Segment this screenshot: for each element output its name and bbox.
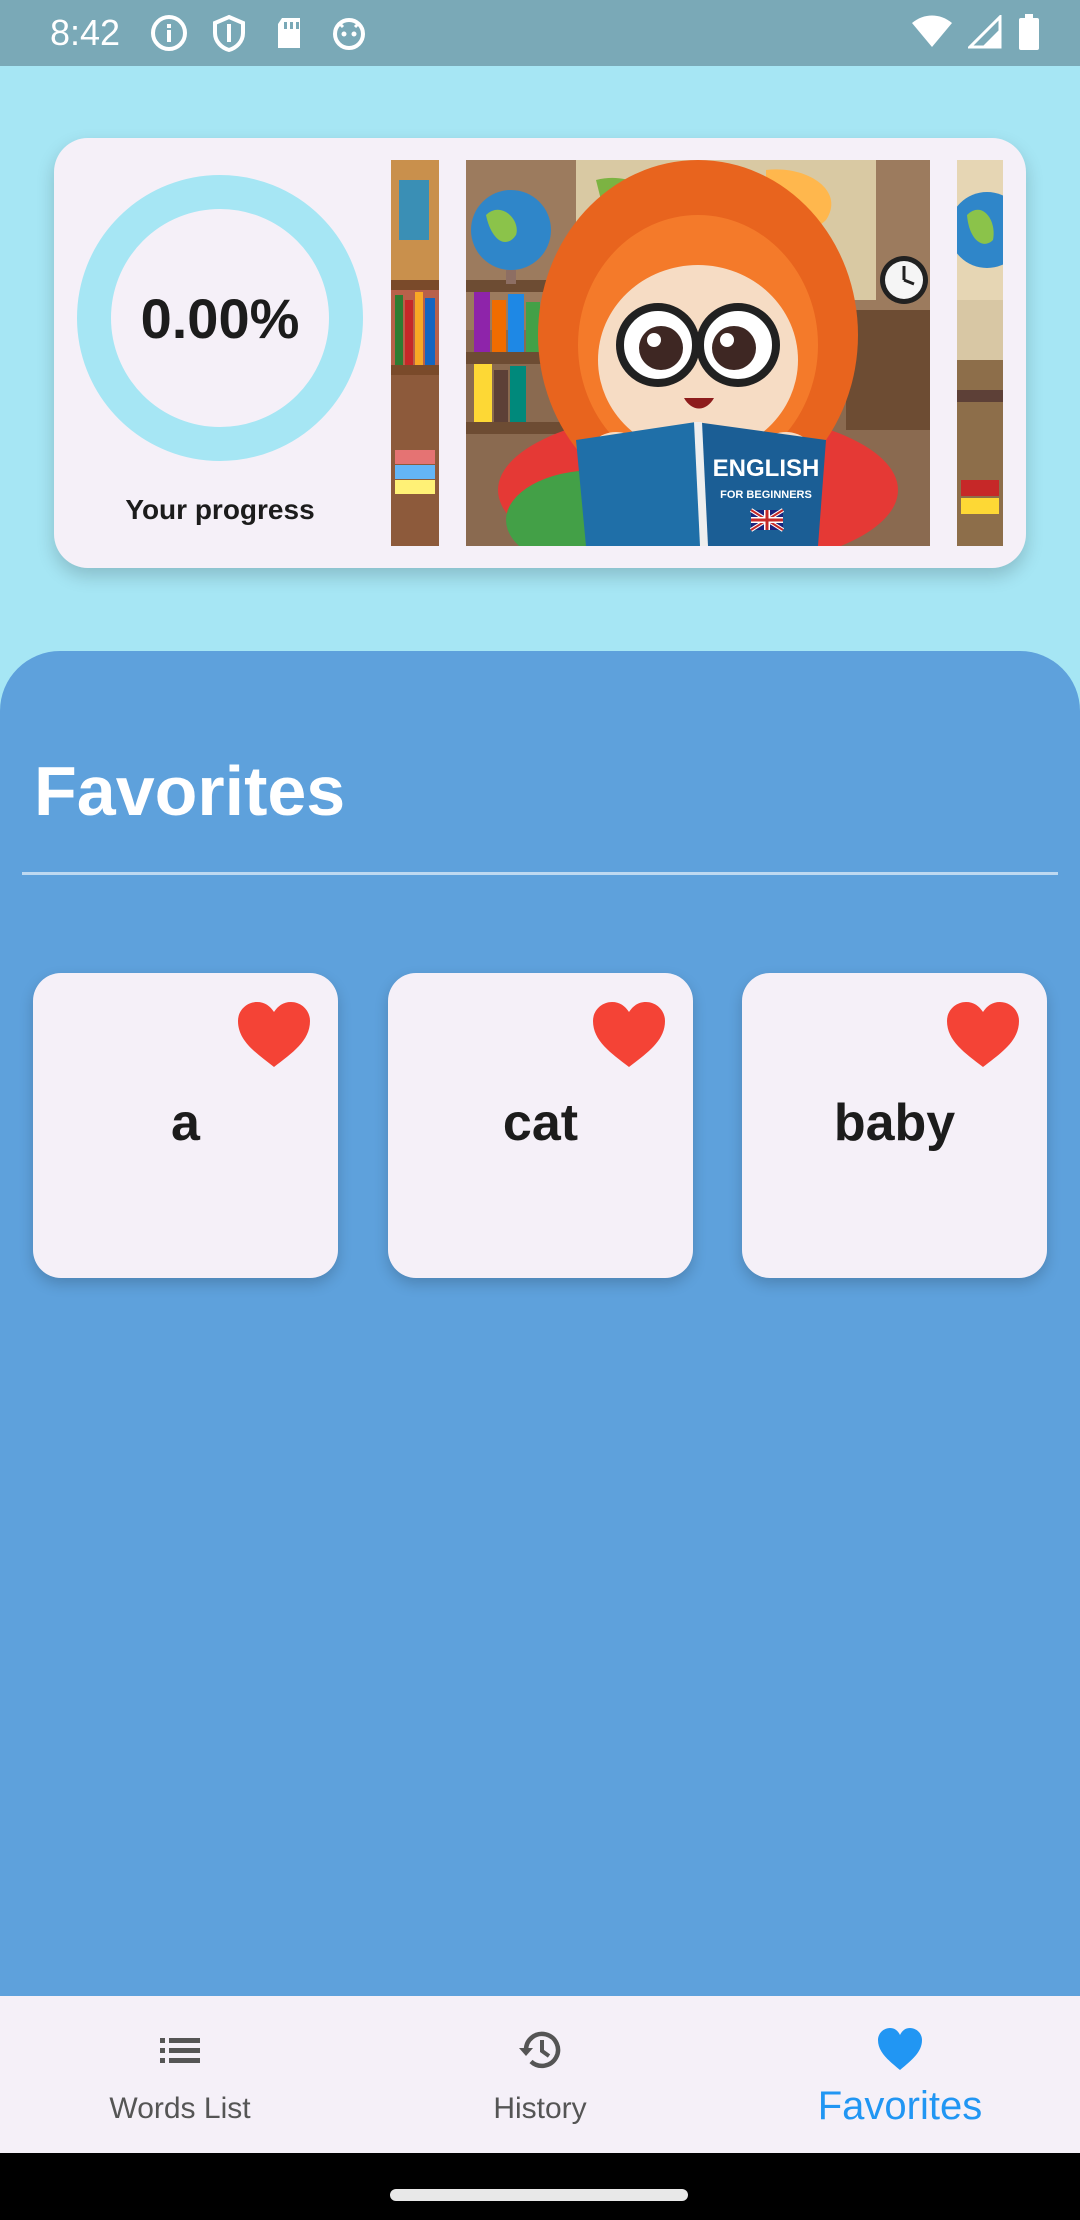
status-icons-left bbox=[150, 14, 368, 53]
progress-label: Your progress bbox=[125, 494, 315, 525]
progress-card: 0.00% Your progress ENGLISH FOR BEGINNER… bbox=[54, 138, 1026, 568]
shield-icon bbox=[210, 14, 248, 53]
title-divider bbox=[22, 872, 1058, 875]
wifi-icon bbox=[912, 15, 952, 54]
bottom-navigation: Words List History Favorites bbox=[0, 1996, 1080, 2153]
word-card[interactable]: baby bbox=[742, 973, 1047, 1278]
book-title: ENGLISH bbox=[713, 455, 820, 482]
heart-icon[interactable] bbox=[591, 1001, 667, 1069]
word-card[interactable]: a bbox=[33, 973, 338, 1278]
info-icon bbox=[150, 14, 188, 52]
heart-icon[interactable] bbox=[945, 1001, 1021, 1069]
signal-icon bbox=[966, 13, 1002, 54]
status-time: 8:42 bbox=[50, 12, 121, 53]
nav-item-favorites[interactable]: Favorites bbox=[720, 1996, 1080, 2153]
heart-icon[interactable] bbox=[236, 1001, 312, 1069]
home-gesture-handle[interactable] bbox=[390, 2189, 688, 2201]
word-text: a bbox=[171, 1094, 200, 1152]
heart-icon bbox=[878, 2028, 922, 2070]
progress-percentage: 0.00% bbox=[140, 286, 300, 350]
carousel-slide-next[interactable] bbox=[957, 160, 1003, 546]
status-icons-right bbox=[912, 13, 1040, 55]
page-title: Favorites bbox=[34, 752, 346, 830]
android-face-icon bbox=[330, 14, 368, 52]
sd-card-icon bbox=[270, 14, 308, 52]
word-card[interactable]: cat bbox=[388, 973, 693, 1278]
nav-item-words-list[interactable]: Words List bbox=[0, 1996, 360, 2153]
history-icon bbox=[519, 2031, 561, 2069]
battery-icon bbox=[1018, 14, 1040, 55]
nav-label: Favorites bbox=[817, 2084, 983, 2128]
nav-label: Words List bbox=[109, 2092, 251, 2125]
word-text: cat bbox=[502, 1094, 579, 1152]
book-subtitle: FOR BEGINNERS bbox=[720, 489, 812, 501]
status-bar: 8:42 bbox=[0, 0, 1080, 66]
carousel-slide-previous[interactable] bbox=[391, 160, 439, 546]
favorites-panel: Favorites a cat baby bbox=[0, 651, 1080, 1996]
carousel-slide-current[interactable]: ENGLISH FOR BEGINNERS bbox=[466, 160, 930, 546]
nav-item-history[interactable]: History bbox=[360, 1996, 720, 2153]
nav-label: History bbox=[493, 2092, 587, 2125]
system-navigation-bar bbox=[0, 2153, 1080, 2220]
list-icon bbox=[160, 2038, 200, 2063]
word-text: baby bbox=[833, 1094, 956, 1152]
image-carousel[interactable]: ENGLISH FOR BEGINNERS bbox=[391, 160, 1026, 546]
